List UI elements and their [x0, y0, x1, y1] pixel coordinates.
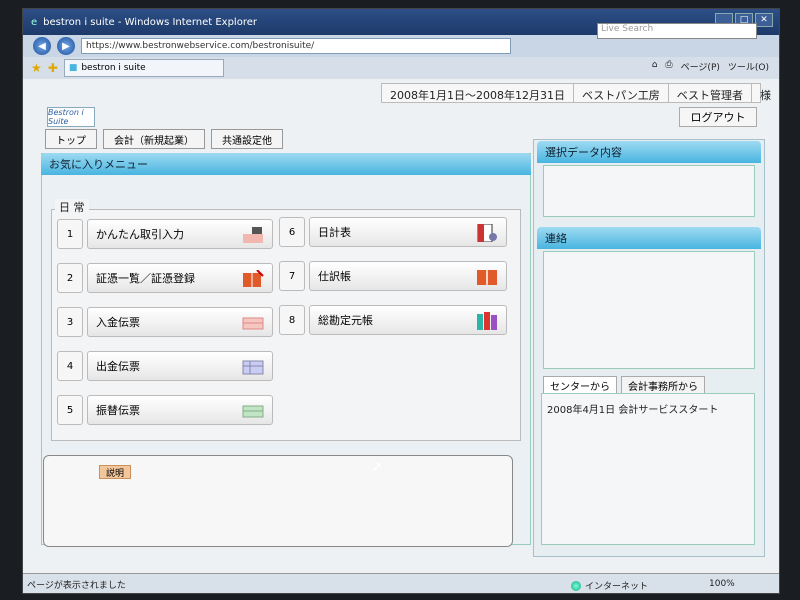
ie-logo-icon: e: [31, 16, 38, 28]
browser-tab[interactable]: ■ bestron i suite: [63, 59, 224, 77]
book-edit-icon: [243, 270, 264, 287]
menu-button[interactable]: かんたん取引入力: [87, 219, 273, 249]
menu-label: 振替伝票: [96, 404, 140, 417]
logout-button[interactable]: ログアウト: [679, 107, 757, 127]
command-bar: ⌂ ⎙ ページ(P) ツール(O): [652, 60, 769, 73]
receipt-slip-icon: [242, 317, 264, 330]
zone-text: インターネット: [585, 582, 649, 592]
browser-window: e bestron i suite - Windows Internet Exp…: [22, 8, 780, 594]
menu-num: 6: [279, 217, 305, 247]
title-bar: e bestron i suite - Windows Internet Exp…: [23, 9, 779, 39]
menu-label: 総勘定元帳: [318, 314, 373, 327]
back-button[interactable]: ◀: [33, 37, 51, 55]
page-menu[interactable]: ページ(P): [681, 60, 720, 73]
favorites-title: お気に入りメニュー: [41, 153, 531, 175]
zoom-level[interactable]: 100%: [709, 579, 735, 589]
window-title: bestron i suite - Windows Internet Explo…: [43, 16, 257, 28]
menu-label: 日計表: [318, 226, 351, 239]
print-icon[interactable]: ⎙: [665, 60, 672, 73]
tab-common-settings[interactable]: 共通設定他: [211, 129, 283, 149]
menu-num: 1: [57, 219, 83, 249]
menu-label: かんたん取引入力: [96, 228, 184, 241]
menu-item-2[interactable]: 2 証憑一覧／証憑登録: [57, 263, 273, 293]
contact-message: 2008年4月1日 会計サービススタート: [547, 405, 719, 416]
menu-button[interactable]: 出金伝票: [87, 351, 273, 381]
mouse-cursor-icon: ➚: [371, 459, 383, 475]
forward-button[interactable]: ▶: [57, 37, 75, 55]
menu-num: 4: [57, 351, 83, 381]
menu-item-3[interactable]: 3 入金伝票: [57, 307, 273, 337]
menu-item-4[interactable]: 4 出金伝票: [57, 351, 273, 381]
menu-button[interactable]: 総勘定元帳: [309, 305, 507, 335]
menu-item-5[interactable]: 5 振替伝票: [57, 395, 273, 425]
menu-num: 8: [279, 305, 305, 335]
tab-title: bestron i suite: [81, 63, 146, 73]
user-name: ベスト管理者: [669, 84, 752, 102]
payment-slip-icon: [242, 360, 264, 375]
app-logo: Bestron i Suite: [47, 107, 95, 127]
menu-item-6[interactable]: 6 日計表: [279, 217, 507, 247]
menu-label: 入金伝票: [96, 316, 140, 329]
menu-num: 5: [57, 395, 83, 425]
main-nav: トップ 会計（新規起業） 共通設定他: [45, 129, 283, 149]
menu-button[interactable]: 仕訳帳: [309, 261, 507, 291]
journal-book-icon: [477, 270, 497, 285]
menu-item-8[interactable]: 8 総勘定元帳: [279, 305, 507, 335]
honorific: 様: [760, 89, 771, 102]
add-favorite-icon[interactable]: ✚: [48, 61, 58, 75]
header-info: 2008年1月1日～2008年12月31日 ベストパン工房 ベスト管理者 様: [381, 83, 771, 103]
daily-group-label: 日 常: [55, 199, 89, 215]
page-content: Bestron i Suite 2008年1月1日～2008年12月31日 ベス…: [23, 79, 779, 573]
company-name: ベストパン工房: [574, 84, 669, 102]
home-icon[interactable]: ⌂: [652, 60, 658, 73]
daily-report-icon: [477, 224, 497, 242]
page-icon: ■: [68, 63, 78, 73]
close-button[interactable]: ✕: [755, 13, 773, 27]
menu-button[interactable]: 入金伝票: [87, 307, 273, 337]
security-zone: インターネット: [571, 579, 648, 592]
ledger-books-icon: [477, 312, 497, 330]
description-label: 説明: [99, 465, 132, 479]
tab-accounting[interactable]: 会計（新規起業）: [103, 129, 205, 149]
menu-label: 出金伝票: [96, 360, 140, 373]
tab-top[interactable]: トップ: [45, 129, 97, 149]
menu-item-7[interactable]: 7 仕訳帳: [279, 261, 507, 291]
contact-title: 連絡: [537, 227, 761, 249]
menu-button[interactable]: 振替伝票: [87, 395, 273, 425]
menu-item-1[interactable]: 1 かんたん取引入力: [57, 219, 273, 249]
transfer-slip-icon: [242, 405, 264, 418]
selected-data-title: 選択データ内容: [537, 141, 761, 163]
menu-num: 3: [57, 307, 83, 337]
favorites-star-icon[interactable]: ★: [31, 61, 42, 75]
globe-icon: [571, 580, 581, 591]
contact-box: [543, 251, 755, 369]
menu-label: 証憑一覧／証憑登録: [96, 272, 195, 285]
tab-bar: ★ ✚ ■ bestron i suite ⌂ ⎙ ページ(P) ツール(O): [23, 57, 779, 79]
status-bar: ページが表示されました インターネット 100%: [23, 573, 779, 593]
status-text: ページが表示されました: [27, 581, 126, 591]
menu-label: 仕訳帳: [318, 270, 351, 283]
menu-button[interactable]: 日計表: [309, 217, 507, 247]
cash-register-icon: [243, 227, 263, 243]
date-range: 2008年1月1日～2008年12月31日: [382, 84, 574, 102]
tools-menu[interactable]: ツール(O): [728, 60, 769, 73]
search-input[interactable]: Live Search: [597, 23, 757, 39]
menu-num: 7: [279, 261, 305, 291]
menu-num: 2: [57, 263, 83, 293]
menu-button[interactable]: 証憑一覧／証憑登録: [87, 263, 273, 293]
address-input[interactable]: https://www.bestronwebservice.com/bestro…: [81, 38, 511, 54]
selected-data-box: [543, 165, 755, 217]
